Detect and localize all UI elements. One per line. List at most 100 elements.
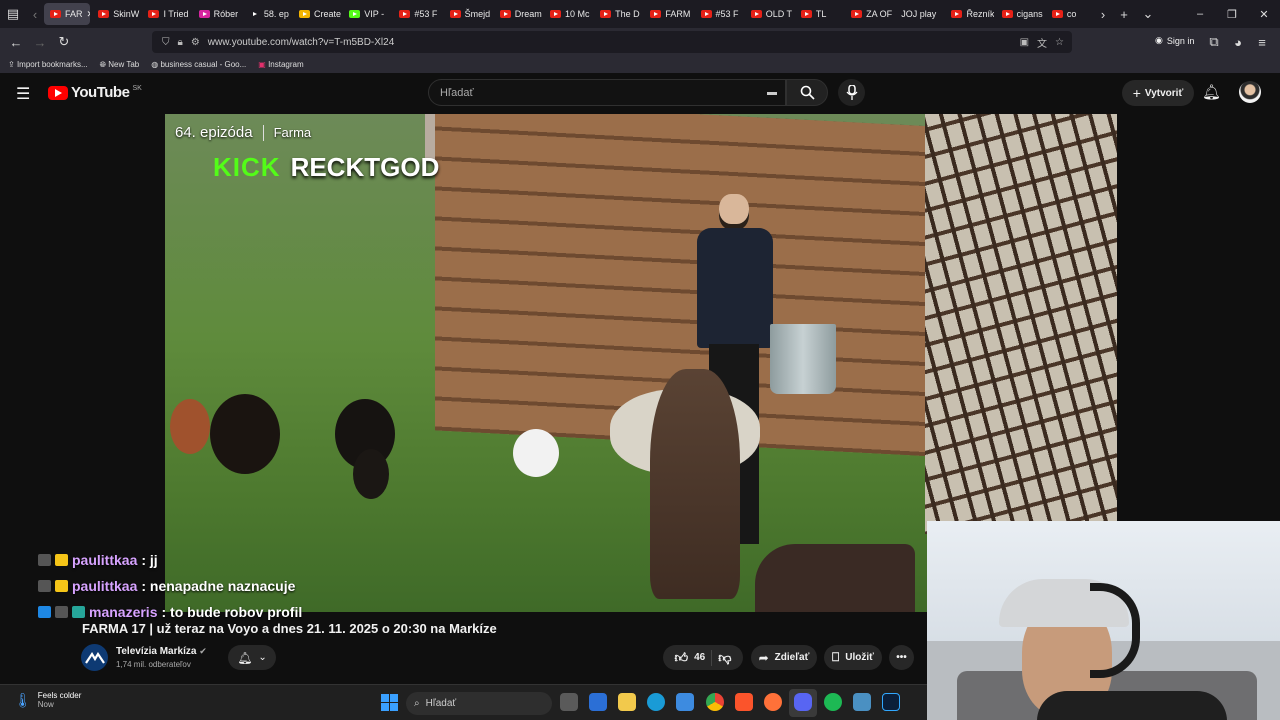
permissions-icon[interactable]: ⚙ — [191, 37, 200, 48]
back-icon[interactable]: ← — [4, 30, 28, 54]
notepad-icon[interactable] — [853, 693, 871, 711]
task-view-icon[interactable] — [560, 693, 578, 711]
browser-tab[interactable]: The D — [594, 3, 642, 25]
tab-label: FAR — [65, 9, 83, 19]
channel-name[interactable]: Televízia Markíza ✔ — [116, 646, 207, 657]
browser-tab[interactable]: FAR ✕ — [44, 3, 91, 25]
tab-label: SkinW — [113, 9, 140, 19]
browser-tab[interactable]: Řezník — [945, 3, 994, 25]
browser-tab[interactable]: TL — [795, 3, 843, 25]
hamburger-menu-icon[interactable]: ☰ — [16, 84, 30, 104]
tab-overflow-icon[interactable]: ⌄ — [1136, 2, 1160, 26]
file-explorer-icon[interactable] — [618, 693, 636, 711]
account-icon: ◉ — [1155, 35, 1163, 45]
notifications-bell-icon[interactable]: 🔔︎ — [1202, 83, 1221, 101]
discord-icon[interactable] — [794, 693, 812, 711]
new-tab-icon[interactable]: + — [1112, 2, 1136, 26]
create-label: Vytvoriť — [1144, 87, 1184, 99]
sign-in-label: Sign in — [1166, 35, 1195, 46]
extensions-icon[interactable]: ⧉ — [1202, 30, 1226, 54]
youtube-icon — [650, 10, 662, 18]
browser-tab[interactable]: #53 F — [393, 3, 441, 25]
more-actions-button[interactable]: ••• — [889, 645, 914, 670]
scene-chicken — [210, 394, 280, 474]
user-avatar[interactable] — [1239, 81, 1261, 103]
channel-avatar[interactable] — [81, 644, 108, 671]
docs-icon — [299, 10, 311, 18]
browser-tab[interactable]: 10 Mc — [544, 3, 592, 25]
youtube-icon — [700, 10, 712, 18]
youtube-logo[interactable]: YouTube SK — [48, 84, 142, 101]
youtube-icon — [399, 10, 411, 18]
bookmark-import[interactable]: ⇪ Import bookmarks... — [8, 60, 88, 69]
bookmark-star-icon[interactable]: ☆ — [1055, 37, 1064, 48]
tab-label: 58. ep — [263, 9, 289, 19]
browser-tab[interactable]: co — [1046, 3, 1094, 25]
reload-icon[interactable]: ↻ — [52, 30, 76, 54]
browser-tab[interactable]: Šmejd — [444, 3, 492, 25]
photoshop-icon[interactable] — [882, 693, 900, 711]
create-button[interactable]: + Vytvoriť — [1122, 80, 1194, 106]
browser-tab[interactable]: Róber — [193, 3, 241, 25]
browser-tab[interactable]: #53 F — [695, 3, 743, 25]
subscription-bell-button[interactable]: 🔔︎ ⌄ — [228, 645, 276, 670]
like-count: 46 — [694, 652, 706, 663]
share-button[interactable]: ➦ Zdieľať — [751, 645, 817, 670]
minimize-icon[interactable]: – — [1184, 8, 1216, 20]
close-tab-icon[interactable]: ✕ — [87, 9, 91, 20]
search-icon: ⌕ — [414, 698, 420, 709]
taskbar-search-input[interactable]: ⌕ Hľadať — [406, 692, 552, 715]
search-button[interactable] — [786, 79, 828, 106]
browser-tab[interactable]: 58. ep — [243, 3, 291, 25]
bookmark-instagram[interactable]: ▣ Instagram — [258, 60, 303, 69]
chat-username: paulittkaa — [72, 552, 138, 568]
weather-widget[interactable]: 🌡︎ Feels colder Now — [14, 691, 81, 709]
chat-message: paulittkaa : jj — [38, 552, 158, 568]
photos-icon[interactable] — [676, 693, 694, 711]
badge-icon — [38, 554, 51, 566]
reader-view-icon[interactable]: ▣ — [1020, 37, 1029, 48]
translate-icon[interactable]: 文 — [1037, 35, 1047, 50]
browser-tab[interactable]: I Tried — [142, 3, 190, 25]
close-window-icon[interactable]: ✕ — [1248, 8, 1280, 21]
bookmark-business-casual[interactable]: ◍ business casual - Goo... — [151, 60, 246, 69]
browser-tab[interactable]: ZA OF — [845, 3, 893, 25]
scene-white-chicken — [513, 429, 559, 477]
like-button[interactable]: 👍︎ 46 — [675, 650, 706, 666]
browser-tab[interactable]: cigans — [996, 3, 1044, 25]
chrome-icon[interactable] — [706, 693, 724, 711]
brave-icon[interactable] — [735, 693, 753, 711]
browser-tab[interactable]: Dream — [494, 3, 542, 25]
chat-username: manazeris — [89, 604, 158, 620]
lock-icon[interactable]: 🔒︎ — [178, 37, 183, 48]
maximize-icon[interactable]: ❐ — [1216, 8, 1248, 21]
edge-icon[interactable] — [647, 693, 665, 711]
save-button[interactable]: ⎕ Uložiť — [824, 645, 882, 670]
sign-in-button[interactable]: ◉ Sign in — [1155, 35, 1194, 46]
forward-icon[interactable]: → — [28, 30, 52, 54]
tab-scroll-left-icon[interactable]: ‹ — [26, 2, 44, 26]
extension-colorful-icon[interactable]: ◕ — [1226, 30, 1250, 54]
microsoft-store-icon[interactable] — [589, 693, 607, 711]
tab-scroll-right-icon[interactable]: › — [1094, 2, 1112, 26]
browser-tab[interactable]: VIP - — [343, 3, 391, 25]
keyboard-icon[interactable]: ▬ — [767, 87, 777, 98]
address-bar[interactable]: ⛉ 🔒︎ ⚙ www.youtube.com/watch?v=T-m5BD-Xl… — [152, 31, 1072, 53]
browser-tab[interactable]: SkinW — [92, 3, 140, 25]
voice-search-button[interactable] — [838, 79, 865, 106]
browser-tab[interactable]: Create — [293, 3, 341, 25]
firefox-icon[interactable] — [764, 693, 782, 711]
tab-list-icon[interactable]: ▤ — [0, 2, 26, 26]
bookmark-new-tab[interactable]: 🌐︎ New Tab — [100, 60, 140, 70]
search-input[interactable]: Hľadať ▬ — [428, 79, 786, 106]
dislike-button[interactable]: 👎︎ — [718, 650, 731, 666]
menu-icon[interactable]: ≡ — [1250, 30, 1274, 54]
browser-tab[interactable]: JOJ play — [895, 3, 943, 25]
windows-start-icon[interactable] — [381, 694, 398, 711]
browser-tab[interactable]: FARM — [644, 3, 692, 25]
url-text[interactable]: www.youtube.com/watch?v=T-m5BD-Xl24 — [208, 37, 394, 48]
browser-tab[interactable]: OLD T — [745, 3, 793, 25]
streamer-name: RECKTGOD — [290, 152, 440, 182]
spotify-icon[interactable] — [824, 693, 842, 711]
shield-icon[interactable]: ⛉ — [162, 37, 170, 48]
